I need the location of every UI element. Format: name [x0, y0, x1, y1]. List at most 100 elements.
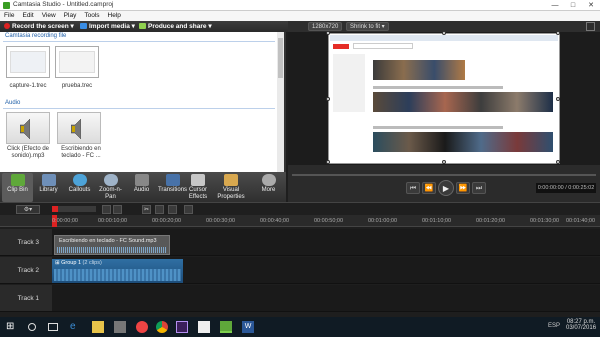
chrome-icon[interactable]: [156, 321, 168, 333]
maximize-button[interactable]: □: [564, 0, 582, 11]
library-icon: [41, 174, 56, 186]
media-icon[interactable]: [136, 321, 148, 333]
clapper-icon[interactable]: [198, 321, 210, 333]
clip-thumbnails: [54, 269, 181, 281]
video-row: [373, 60, 465, 80]
timeline-ruler[interactable]: 0:00:00;00 00:00:10;00 00:00:20;00 00:00…: [0, 215, 600, 227]
next-button[interactable]: ⏭: [472, 182, 486, 194]
resize-handle[interactable]: [326, 160, 330, 164]
tab-visual-properties[interactable]: Visual Properties: [214, 173, 248, 202]
copy-icon[interactable]: [155, 205, 164, 214]
tab-library[interactable]: Library: [33, 173, 64, 202]
resize-handle[interactable]: [556, 31, 560, 35]
menu-tools[interactable]: Tools: [80, 11, 103, 21]
tab-zoom-n-pan[interactable]: Zoom-n-Pan: [95, 173, 126, 202]
tick-label: 00:00:20;00: [152, 218, 182, 224]
track-1-header[interactable]: Track 1: [0, 285, 52, 312]
record-screen-button[interactable]: Record the screen ▾: [4, 22, 74, 31]
zoom-in-icon[interactable]: [102, 205, 111, 214]
camtasia-taskbar-icon[interactable]: [220, 321, 232, 333]
step-back-button[interactable]: ⏪: [422, 182, 436, 194]
menu-play[interactable]: Play: [60, 11, 81, 21]
visual-properties-icon: [224, 174, 238, 186]
track-3-lane[interactable]: Escribiendo en teclado - FC Sound.mp3: [52, 229, 600, 256]
menu-help[interactable]: Help: [104, 11, 125, 21]
menu-view[interactable]: View: [38, 11, 60, 21]
premiere-icon[interactable]: [176, 321, 188, 333]
edge-icon[interactable]: e: [70, 321, 82, 333]
rewind-button[interactable]: ⏮: [406, 182, 420, 194]
video-row: [373, 132, 553, 152]
audio-clip[interactable]: Escribiendo en teclado - FC Sound.mp3: [54, 235, 170, 255]
seek-bar[interactable]: [292, 174, 596, 176]
windows-taskbar: ⊞ e W ESP 08:27 p.m. 03/07/2016: [0, 317, 600, 337]
search-box: [353, 43, 413, 49]
play-button[interactable]: ▶: [438, 180, 454, 196]
track-2-lane[interactable]: ⊞ Group 1 (2 clips): [52, 257, 600, 284]
more-icon: [261, 174, 276, 186]
resize-handle[interactable]: [326, 97, 330, 101]
tick-label: 00:01:30;00: [530, 218, 560, 224]
clip-label: Escribiendo en teclado - FC Sound.mp3: [59, 238, 157, 244]
recording-thumbnail[interactable]: [6, 46, 50, 78]
word-icon[interactable]: W: [242, 321, 254, 333]
search-icon[interactable]: [28, 323, 36, 331]
speaker-icon: [71, 119, 81, 139]
menu-file[interactable]: File: [0, 11, 18, 21]
tab-cursor-effects[interactable]: Cursor Effects: [182, 173, 214, 202]
tab-audio[interactable]: Audio: [126, 173, 157, 202]
audio-thumbnail[interactable]: [6, 112, 50, 144]
language-indicator[interactable]: ESP: [548, 323, 560, 329]
split-icon[interactable]: [184, 205, 193, 214]
record-icon: [4, 23, 10, 30]
paste-icon[interactable]: [168, 205, 177, 214]
import-media-button[interactable]: Import media ▾: [80, 22, 135, 31]
tab-callouts[interactable]: Callouts: [64, 173, 95, 202]
zoom-out-icon[interactable]: [113, 205, 122, 214]
windows-start-icon[interactable]: ⊞: [6, 321, 18, 333]
timeline-toolbar: ⚙▾ ✂: [0, 202, 600, 215]
clip-bin-panel: Camtasia recording file capture-1.trec p…: [0, 32, 286, 172]
tick-label: 00:01:00;00: [368, 218, 398, 224]
tab-clip-bin[interactable]: Clip Bin: [2, 173, 33, 202]
produce-share-button[interactable]: Produce and share ▾: [139, 22, 212, 31]
audio-label: Click (Efecto de sonido).mp3: [6, 146, 49, 159]
task-view-icon[interactable]: [48, 323, 58, 331]
preview-canvas[interactable]: [326, 31, 560, 164]
clock[interactable]: 08:27 p.m. 03/07/2016: [566, 319, 596, 331]
clip-bin-scrollbar[interactable]: [277, 32, 284, 172]
cursor-icon: [191, 174, 205, 186]
track-1-lane[interactable]: [52, 285, 600, 312]
timeline-settings-gear-icon[interactable]: ⚙▾: [16, 205, 40, 214]
resize-handle[interactable]: [326, 31, 330, 35]
file-explorer-icon[interactable]: [92, 321, 104, 333]
produce-icon: [139, 23, 146, 30]
section-divider: [3, 41, 275, 42]
cut-icon[interactable]: ✂: [142, 205, 151, 214]
close-button[interactable]: ✕: [582, 0, 600, 11]
audio-thumbnail[interactable]: [57, 112, 101, 144]
detach-preview-icon[interactable]: [586, 22, 595, 31]
resize-handle[interactable]: [556, 160, 560, 164]
tick-label: 00:01:40;00: [566, 218, 596, 224]
canvas-size-dropdown[interactable]: 1280x720: [308, 22, 343, 31]
zoom-slider[interactable]: [52, 206, 96, 212]
store-icon[interactable]: [114, 321, 126, 333]
group-clip[interactable]: ⊞ Group 1 (2 clips): [52, 259, 183, 283]
recording-label: capture-1.trec: [9, 83, 47, 89]
resize-handle[interactable]: [442, 31, 446, 35]
track-2-header[interactable]: Track 2: [0, 257, 52, 284]
menu-edit[interactable]: Edit: [18, 11, 37, 21]
tab-more[interactable]: More: [253, 173, 284, 202]
tick-label: 00:01:20;00: [476, 218, 506, 224]
resize-handle[interactable]: [442, 160, 446, 164]
audio-icon: [134, 174, 149, 186]
time-display: 0:00:00:00 / 0:00:25:02: [536, 183, 596, 193]
shrink-to-fit-dropdown[interactable]: Shrink to fit ▾: [346, 22, 389, 31]
step-forward-button[interactable]: ⏩: [456, 182, 470, 194]
resize-handle[interactable]: [556, 97, 560, 101]
minimize-button[interactable]: —: [546, 0, 564, 11]
track-3-header[interactable]: Track 3: [0, 229, 52, 256]
recording-thumbnail[interactable]: [55, 46, 99, 78]
section-divider: [3, 108, 275, 109]
